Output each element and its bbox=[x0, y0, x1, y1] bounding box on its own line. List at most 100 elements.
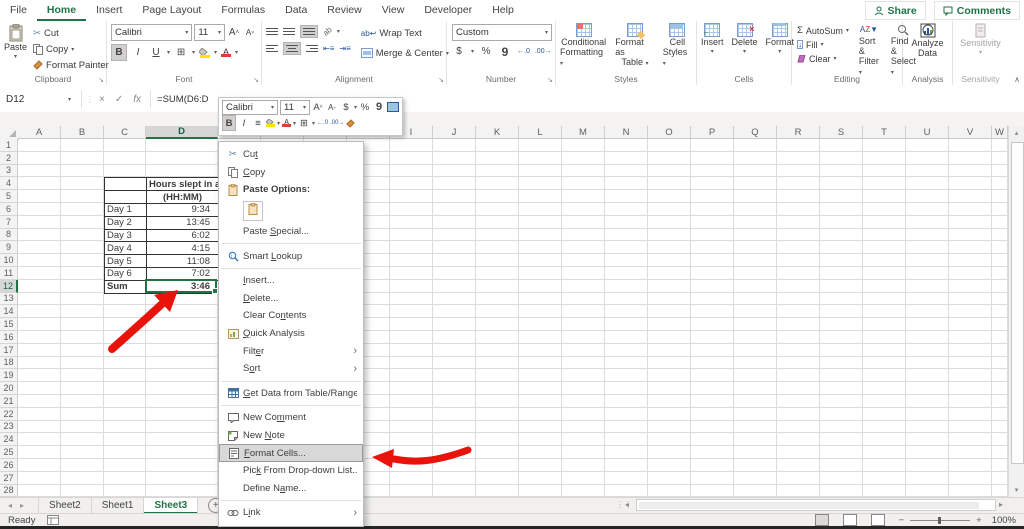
conditional-formatting-button[interactable]: Conditional Formatting ▾ bbox=[556, 23, 611, 69]
align-center-button[interactable] bbox=[283, 42, 301, 55]
column-header-M[interactable]: M bbox=[562, 126, 605, 139]
comma-style-button[interactable]: 9 bbox=[498, 44, 512, 59]
number-dialog-launcher[interactable]: ↘ bbox=[547, 76, 553, 84]
decrease-indent-button[interactable]: ⇤≡ bbox=[323, 44, 334, 53]
day-label-cell-5[interactable]: Day 5 bbox=[105, 255, 147, 268]
menu-item-delete[interactable]: Delete... bbox=[219, 290, 363, 308]
selected-cell-D12[interactable] bbox=[145, 278, 218, 294]
menu-item-insert[interactable]: Insert... bbox=[219, 272, 363, 290]
tab-page-layout[interactable]: Page Layout bbox=[132, 0, 211, 21]
row-header-8[interactable]: 8 bbox=[0, 228, 18, 242]
cell-styles-button[interactable]: Cell Styles ▾ bbox=[659, 23, 696, 69]
column-header-W[interactable]: W bbox=[992, 126, 1008, 139]
row-header-9[interactable]: 9 bbox=[0, 241, 18, 255]
column-header-L[interactable]: L bbox=[519, 126, 562, 139]
day-label-cell-3[interactable]: Day 3 bbox=[105, 229, 147, 243]
column-header-B[interactable]: B bbox=[61, 126, 104, 139]
share-button[interactable]: Share bbox=[864, 1, 926, 20]
fill-button[interactable]: ↓ Fill ▾ bbox=[795, 38, 826, 51]
accounting-format-button[interactable]: $ bbox=[452, 44, 466, 59]
row-header-18[interactable]: 18 bbox=[0, 356, 18, 370]
column-header-S[interactable]: S bbox=[820, 126, 863, 139]
column-header-V[interactable]: V bbox=[949, 126, 992, 139]
enter-button[interactable]: ✓ bbox=[115, 94, 123, 105]
row-header-4[interactable]: 4 bbox=[0, 177, 18, 191]
font-size-select[interactable]: 11 ▾ bbox=[194, 24, 225, 41]
select-all-corner[interactable] bbox=[0, 126, 19, 140]
paste-button[interactable]: Paste ▾ bbox=[0, 23, 31, 63]
tab-home[interactable]: Home bbox=[37, 0, 86, 21]
day-label-cell-4[interactable]: Day 4 bbox=[105, 242, 147, 256]
row-header-26[interactable]: 26 bbox=[0, 458, 18, 472]
mini-merge-center-icon[interactable] bbox=[387, 102, 399, 112]
decrease-decimal-button[interactable]: .00→ bbox=[535, 48, 552, 55]
row-header-25[interactable]: 25 bbox=[0, 446, 18, 459]
menu-item-link[interactable]: Link › bbox=[219, 504, 363, 522]
paste-swatch-button[interactable] bbox=[243, 200, 263, 221]
row-header-17[interactable]: 17 bbox=[0, 343, 18, 357]
formula-input[interactable]: =SUM(D6:D bbox=[157, 94, 208, 105]
accessibility-icon[interactable] bbox=[47, 515, 60, 525]
day-value-cell-1[interactable]: 9:34 bbox=[147, 203, 219, 217]
normal-view-button[interactable] bbox=[814, 514, 829, 526]
name-box[interactable]: D12 bbox=[0, 89, 68, 109]
menu-item-define-name[interactable]: Define Name... bbox=[219, 480, 363, 498]
font-dialog-launcher[interactable]: ↘ bbox=[253, 76, 259, 84]
insert-cells-button[interactable]: ← Insert ▾ bbox=[697, 23, 728, 57]
comments-button[interactable]: Comments bbox=[933, 1, 1020, 20]
menu-item-format-cells[interactable]: Format Cells... bbox=[219, 444, 363, 462]
menu-item-copy[interactable]: Copy bbox=[219, 164, 363, 182]
mini-borders-button[interactable]: ⊞ bbox=[298, 116, 310, 130]
mini-decrease-decimal-button[interactable]: .00→ bbox=[330, 120, 344, 126]
day-label-cell-1[interactable]: Day 1 bbox=[105, 203, 147, 217]
row-header-13[interactable]: 13 bbox=[0, 292, 18, 306]
collapse-ribbon-chevron[interactable]: ∧ bbox=[1014, 75, 1020, 84]
tab-review[interactable]: Review bbox=[317, 0, 371, 21]
day-label-cell-6[interactable]: Day 6 bbox=[105, 267, 147, 281]
row-header-1[interactable]: 1 bbox=[0, 139, 18, 152]
hscroll-left-arrow[interactable]: ◂ bbox=[625, 500, 629, 509]
row-header-12[interactable]: 12 bbox=[0, 279, 18, 293]
horizontal-scroll-thumb[interactable] bbox=[639, 502, 979, 509]
hscroll-right-arrow[interactable]: ▸ bbox=[999, 500, 1003, 509]
row-header-14[interactable]: 14 bbox=[0, 305, 18, 319]
scroll-up-arrow[interactable]: ▴ bbox=[1009, 126, 1024, 140]
wrap-text-button[interactable]: ab↩ Wrap Text bbox=[359, 25, 424, 41]
row-header-11[interactable]: 11 bbox=[0, 266, 18, 280]
mini-bold-button[interactable]: B bbox=[222, 115, 236, 131]
menu-item-quick-analysis[interactable]: Quick Analysis bbox=[219, 325, 363, 343]
row-header-15[interactable]: 15 bbox=[0, 318, 18, 331]
mini-fill-color-button[interactable] bbox=[266, 119, 275, 127]
column-header-J[interactable]: J bbox=[433, 126, 476, 139]
day-value-cell-2[interactable]: 13:45 bbox=[147, 216, 219, 230]
align-bottom-button[interactable] bbox=[300, 25, 318, 38]
mini-accounting-button[interactable]: $ bbox=[340, 100, 352, 114]
column-header-Q[interactable]: Q bbox=[734, 126, 777, 139]
format-as-table-button[interactable]: Format as Table ▾ bbox=[611, 23, 658, 69]
sort-filter-button[interactable]: AZ▼ Sort & Filter ▾ bbox=[855, 24, 883, 78]
menu-item-get-data-from-table-range[interactable]: Get Data from Table/Range... bbox=[219, 385, 363, 403]
menu-item-paste-options[interactable]: Paste Options: bbox=[219, 181, 363, 199]
zoom-slider[interactable] bbox=[910, 516, 971, 524]
row-header-16[interactable]: 16 bbox=[0, 330, 18, 344]
row-header-21[interactable]: 21 bbox=[0, 394, 18, 408]
mini-font-family-select[interactable]: Calibri ▾ bbox=[222, 99, 278, 115]
column-header-R[interactable]: R bbox=[777, 126, 820, 139]
merge-center-button[interactable]: Merge & Center ▾ bbox=[359, 45, 451, 61]
cut-button[interactable]: ✂ Cut bbox=[31, 25, 61, 41]
tab-insert[interactable]: Insert bbox=[86, 0, 132, 21]
column-header-C[interactable]: C bbox=[104, 126, 146, 139]
align-left-button[interactable] bbox=[266, 45, 278, 52]
row-header-10[interactable]: 10 bbox=[0, 254, 18, 267]
sum-label-cell[interactable]: Sum bbox=[105, 280, 147, 294]
vertical-scroll-thumb[interactable] bbox=[1011, 142, 1024, 464]
mini-align-button[interactable]: ≡ bbox=[252, 116, 264, 130]
menu-item-cut[interactable]: ✂ Cut bbox=[219, 146, 363, 164]
sheet-nav-right[interactable]: ▸ bbox=[16, 501, 38, 510]
page-break-view-button[interactable] bbox=[870, 514, 885, 526]
copy-button[interactable]: Copy ▾ bbox=[31, 41, 76, 57]
analyze-data-button[interactable]: Analyze Data bbox=[907, 23, 947, 58]
mini-comma-style-button[interactable]: 9 bbox=[373, 100, 385, 114]
row-header-24[interactable]: 24 bbox=[0, 433, 18, 447]
sheet-tab-sheet3[interactable]: Sheet3 bbox=[144, 497, 199, 514]
